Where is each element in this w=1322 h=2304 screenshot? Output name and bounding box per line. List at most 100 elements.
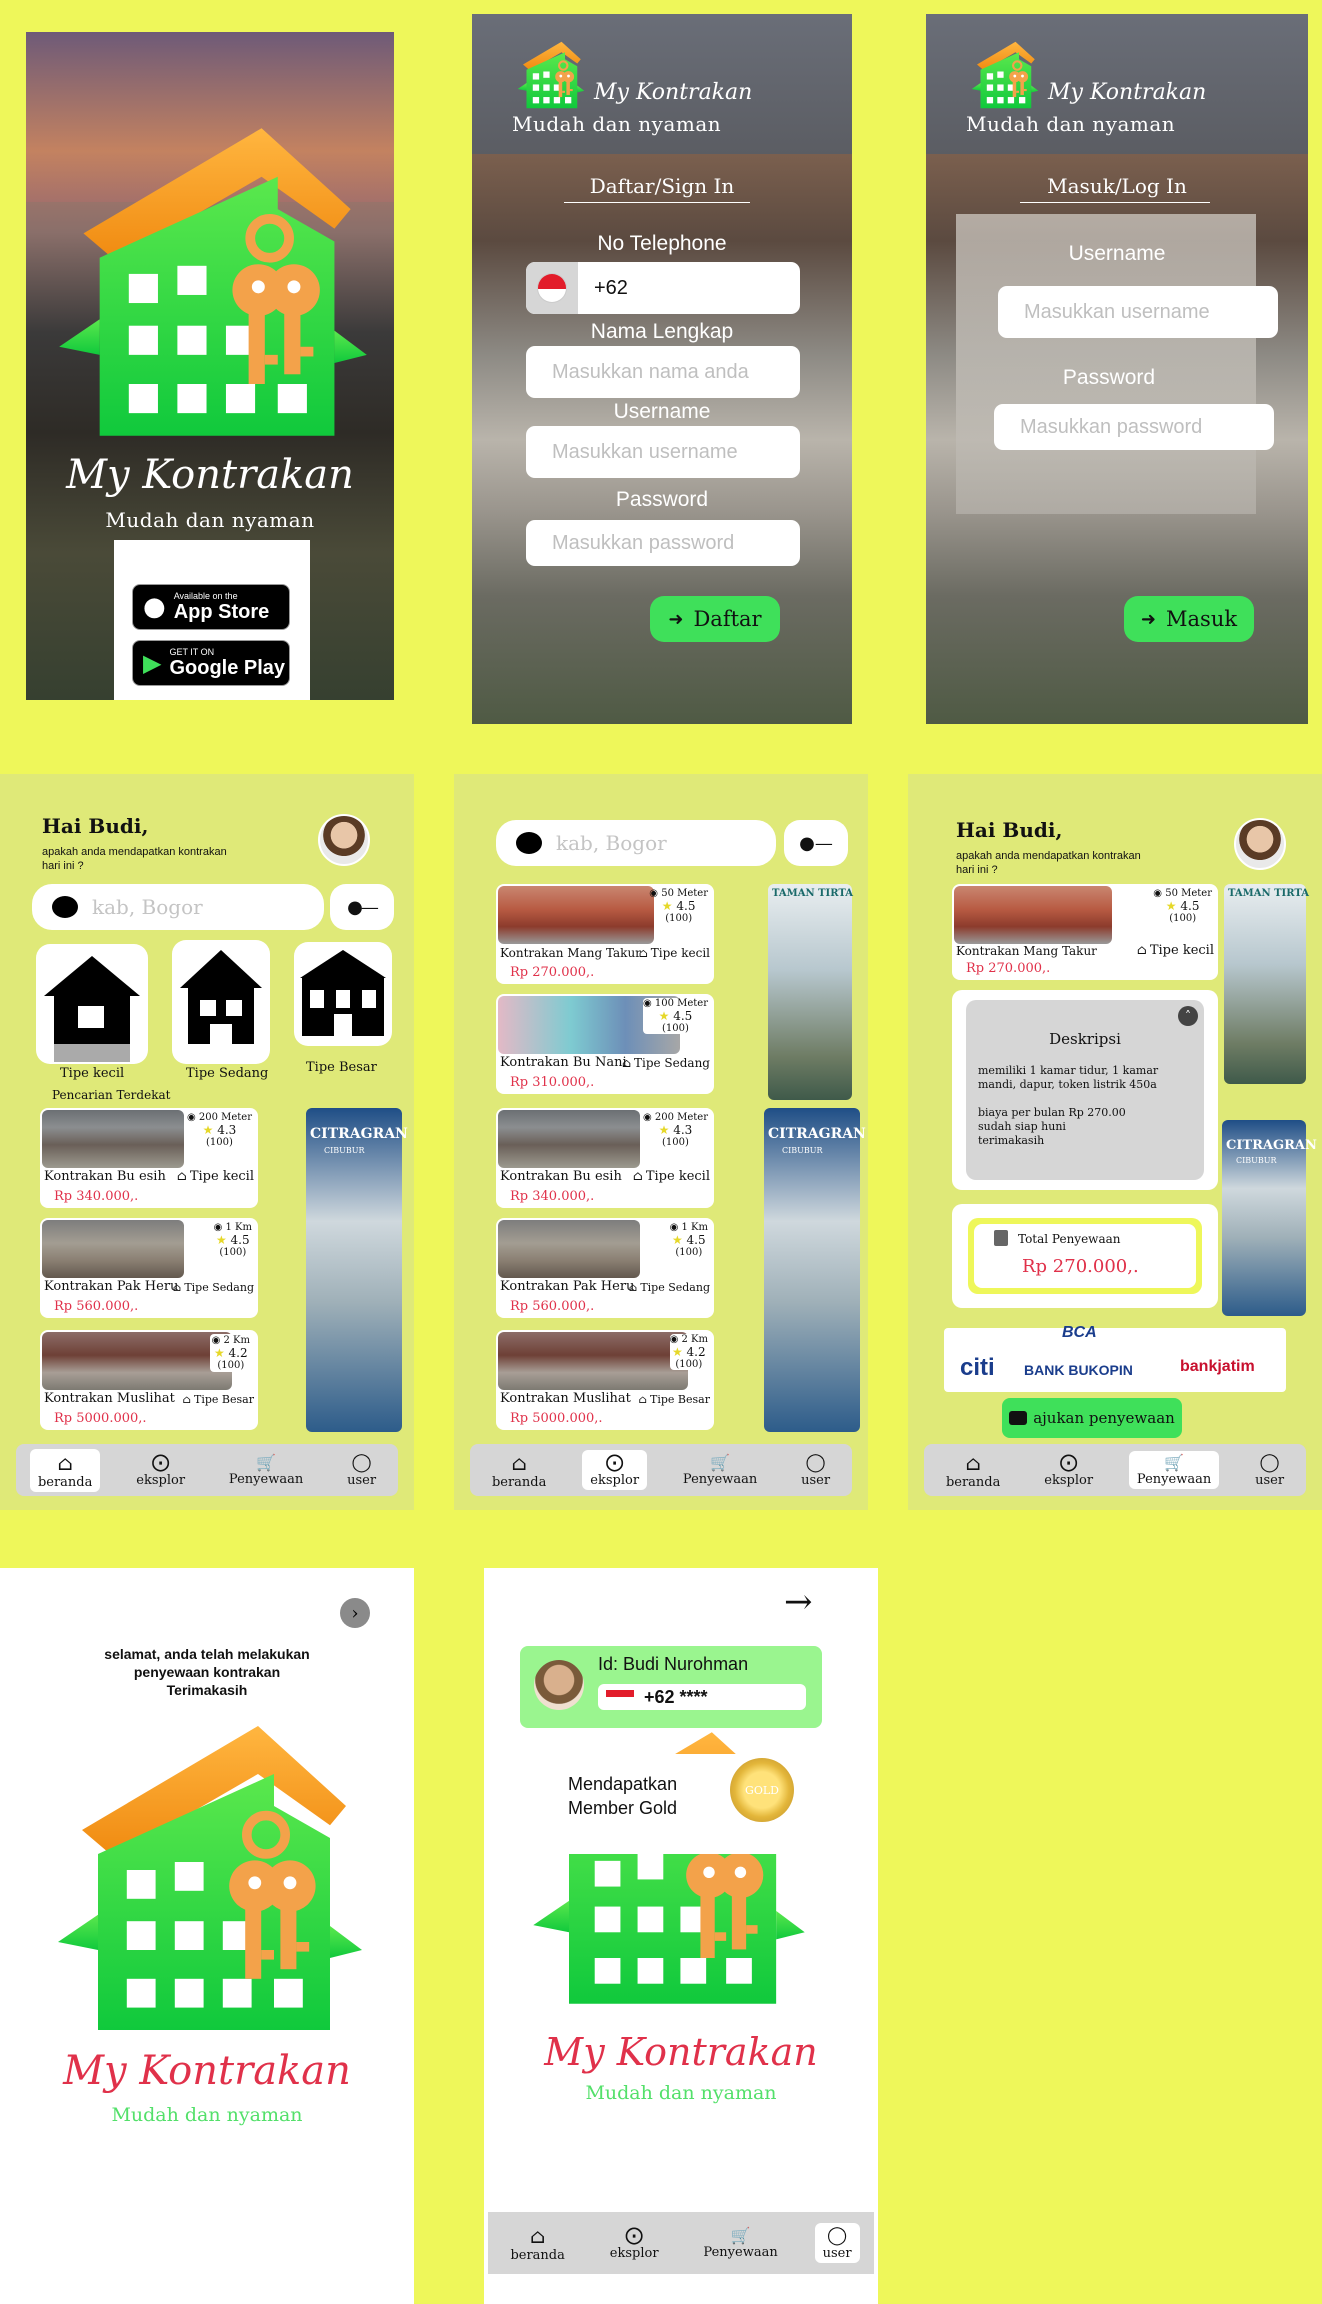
promo-banner-citragran[interactable]: CITRAGRAN CIBUBUR [306,1108,408,1432]
nav-eksplor[interactable]: ⨀ eksplor [1036,1450,1101,1490]
next-button[interactable]: › [340,1598,370,1628]
password-input[interactable]: Masukkan password [526,520,800,566]
nav-beranda[interactable]: ⌂ beranda [502,2222,572,2265]
listing-distance: 200 Meter [198,1112,252,1123]
login-arrow-icon: ➜ [668,608,684,630]
listing-reviews: (100) [1169,913,1197,924]
description-line: terimakasih [978,1134,1045,1147]
star-icon: ★ [658,1123,670,1137]
thanks-line: penyewaan kontrakan [133,1664,281,1680]
nav-label: eksplor [609,2246,659,2261]
username-label: Username [613,400,711,423]
listing-name: Kontrakan Mang Takur [500,946,641,960]
compass-icon: ⨀ [625,2225,644,2246]
listing-reviews: (100) [665,913,693,924]
listing-price: Rp 310.000,. [510,1075,595,1090]
promo-banner-taman-tirta[interactable]: TAMAN TIRTA [768,884,853,1100]
description-line: mandi, dapur, token listrik 450a [978,1078,1157,1091]
type-large-tile[interactable] [294,942,392,1046]
submit-rent-button[interactable]: ajukan penyewaan [1002,1398,1182,1438]
listing-card[interactable]: ◉ 2 Km ★ 4.2 (100) Kontrakan Muslihat ⌂ Tip… [496,1330,714,1430]
user-icon: ◯ [826,2225,848,2246]
name-input[interactable]: Masukkan nama anda [526,346,800,398]
star-icon: ★ [658,1009,670,1023]
listing-card[interactable]: ◉ 100 Meter ★ 4.5 (100) Kontrakan Bu Nani … [496,994,714,1094]
member-text: Mendapatkan [568,1774,678,1794]
appstore-small-text: Available on the [173,590,238,601]
user-icon: ◯ [805,1452,826,1473]
listing-rating: 4.2 [686,1345,706,1359]
star-icon: ★ [671,1345,683,1359]
listing-card[interactable]: ◉ 1 Km ★ 4.5 (100) Kontrakan Pak Heru ⌂ Tip… [40,1218,258,1318]
listing-distance: 2 Km [223,1335,251,1346]
appstore-button[interactable]: ● Available on the App Store [132,584,290,630]
nav-label: Penyewaan [228,1472,304,1487]
bank-logos: BCA citi BANK BUKOPIN bankjatim [944,1324,1286,1392]
nav-label: eksplor [590,1473,640,1488]
googleplay-button[interactable]: ▶ GET IT ON Google Play [132,640,290,686]
listing-distance: 1 Km [225,1222,253,1233]
eye-icon: ◉ [669,1334,679,1345]
nav-beranda[interactable]: ⌂ beranda [484,1449,554,1492]
banner-title: CITRAGRAN [310,1126,408,1142]
nav-user[interactable]: ◯ user [814,2223,860,2263]
promo-banner-citragran[interactable]: CITRAGRAN CIBUBUR [764,1108,866,1432]
search-input[interactable]: kab, Bogor [32,884,324,930]
eye-icon: ◉ [642,998,652,1009]
greeting-question: apakah anda mendapatkan kontrakan [956,850,1141,862]
phone-pill: +62 **** [598,1684,806,1710]
collapse-icon[interactable]: ˄ [1178,1006,1198,1026]
nav-eksplor[interactable]: ⨀ eksplor [582,1450,648,1490]
listing-card[interactable]: ◉ 1 Km ★ 4.5 (100) Kontrakan Pak Heru ⌂ Tip… [496,1218,714,1318]
phone-field[interactable]: +62 [526,262,800,314]
listing-card[interactable]: ◉ 50 Meter ★ 4.5 (100) Kontrakan Mang Taku… [952,884,1218,980]
nav-label: user [822,2246,852,2261]
nav-beranda[interactable]: ⌂ beranda [29,1448,101,1492]
user-icon: ◯ [351,1452,372,1473]
register-button[interactable]: ➜ Daftar [650,596,780,642]
nav-eksplor[interactable]: ⨀ eksplor [128,1450,193,1490]
listing-card[interactable]: ◉ 200 Meter ★ 4.3 (100) Kontrakan Bu esih … [40,1108,258,1208]
nav-penyewaan[interactable]: 🛒 Penyewaan [221,1451,311,1489]
avatar[interactable] [318,814,370,866]
filter-button[interactable]: ●— [330,884,394,930]
description-box: ˄ Deskripsi memiliki 1 kamar tidur, 1 ka… [966,1000,1204,1180]
star-icon: ★ [202,1123,214,1137]
type-small-tile[interactable] [36,944,148,1064]
type-medium-tile[interactable] [172,940,270,1064]
nav-beranda[interactable]: ⌂ beranda [938,1449,1008,1492]
listing-meta: ◉ 200 Meter ★ 4.3 (100) [643,1112,708,1148]
nav-user[interactable]: ◯ user [1247,1450,1292,1490]
listing-name: Kontrakan Mang Takur [956,944,1097,958]
promo-banner-citragran[interactable]: CITRAGRAN CIBUBUR [1222,1120,1317,1316]
listing-card[interactable]: ◉ 50 Meter ★ 4.5 (100) Kontrakan Mang Taku… [496,884,714,984]
password-input[interactable]: Masukkan password [994,404,1274,450]
search-icon [516,832,542,854]
nav-user[interactable]: ◯ user [339,1450,384,1490]
eye-icon: ◉ [186,1112,196,1123]
listing-card[interactable]: ◉ 2 Km ★ 4.2 (100) Kontrakan Muslihat ⌂ Tip… [40,1330,258,1430]
username-input[interactable]: Masukkan username [526,426,800,478]
listing-card[interactable]: ◉ 200 Meter ★ 4.3 (100) Kontrakan Bu esih … [496,1108,714,1208]
apple-icon: ● [143,592,166,622]
forward-arrow-icon[interactable]: → [784,1582,813,1622]
listing-type-label: Tipe kecil [189,1169,254,1184]
listing-name: Kontrakan Bu Nani [500,1055,627,1070]
promo-banner-taman-tirta[interactable]: TAMAN TIRTA [1224,884,1309,1084]
search-input[interactable]: kab, Bogor [496,820,776,866]
greeting-question-2: hari ini ? [956,864,998,876]
nav-user[interactable]: ◯ user [793,1450,838,1490]
username-input[interactable]: Masukkan username [998,286,1278,338]
listing-photo [498,886,654,944]
app-tagline: Mudah dan nyaman [111,2104,303,2126]
nav-penyewaan[interactable]: 🛒 Penyewaan [1128,1451,1220,1489]
nav-penyewaan[interactable]: 🛒 Penyewaan [675,1451,765,1489]
app-title: My Kontrakan [63,2048,351,2094]
filter-button[interactable]: ●— [784,820,848,866]
login-button[interactable]: ➜ Masuk [1124,596,1254,642]
user-icon: ◯ [1259,1452,1280,1473]
nav-penyewaan[interactable]: 🛒 Penyewaan [695,2224,785,2262]
avatar[interactable] [1234,818,1286,870]
user-id: Id: Budi Nurohman [598,1654,749,1674]
nav-eksplor[interactable]: ⨀ eksplor [602,2223,667,2263]
